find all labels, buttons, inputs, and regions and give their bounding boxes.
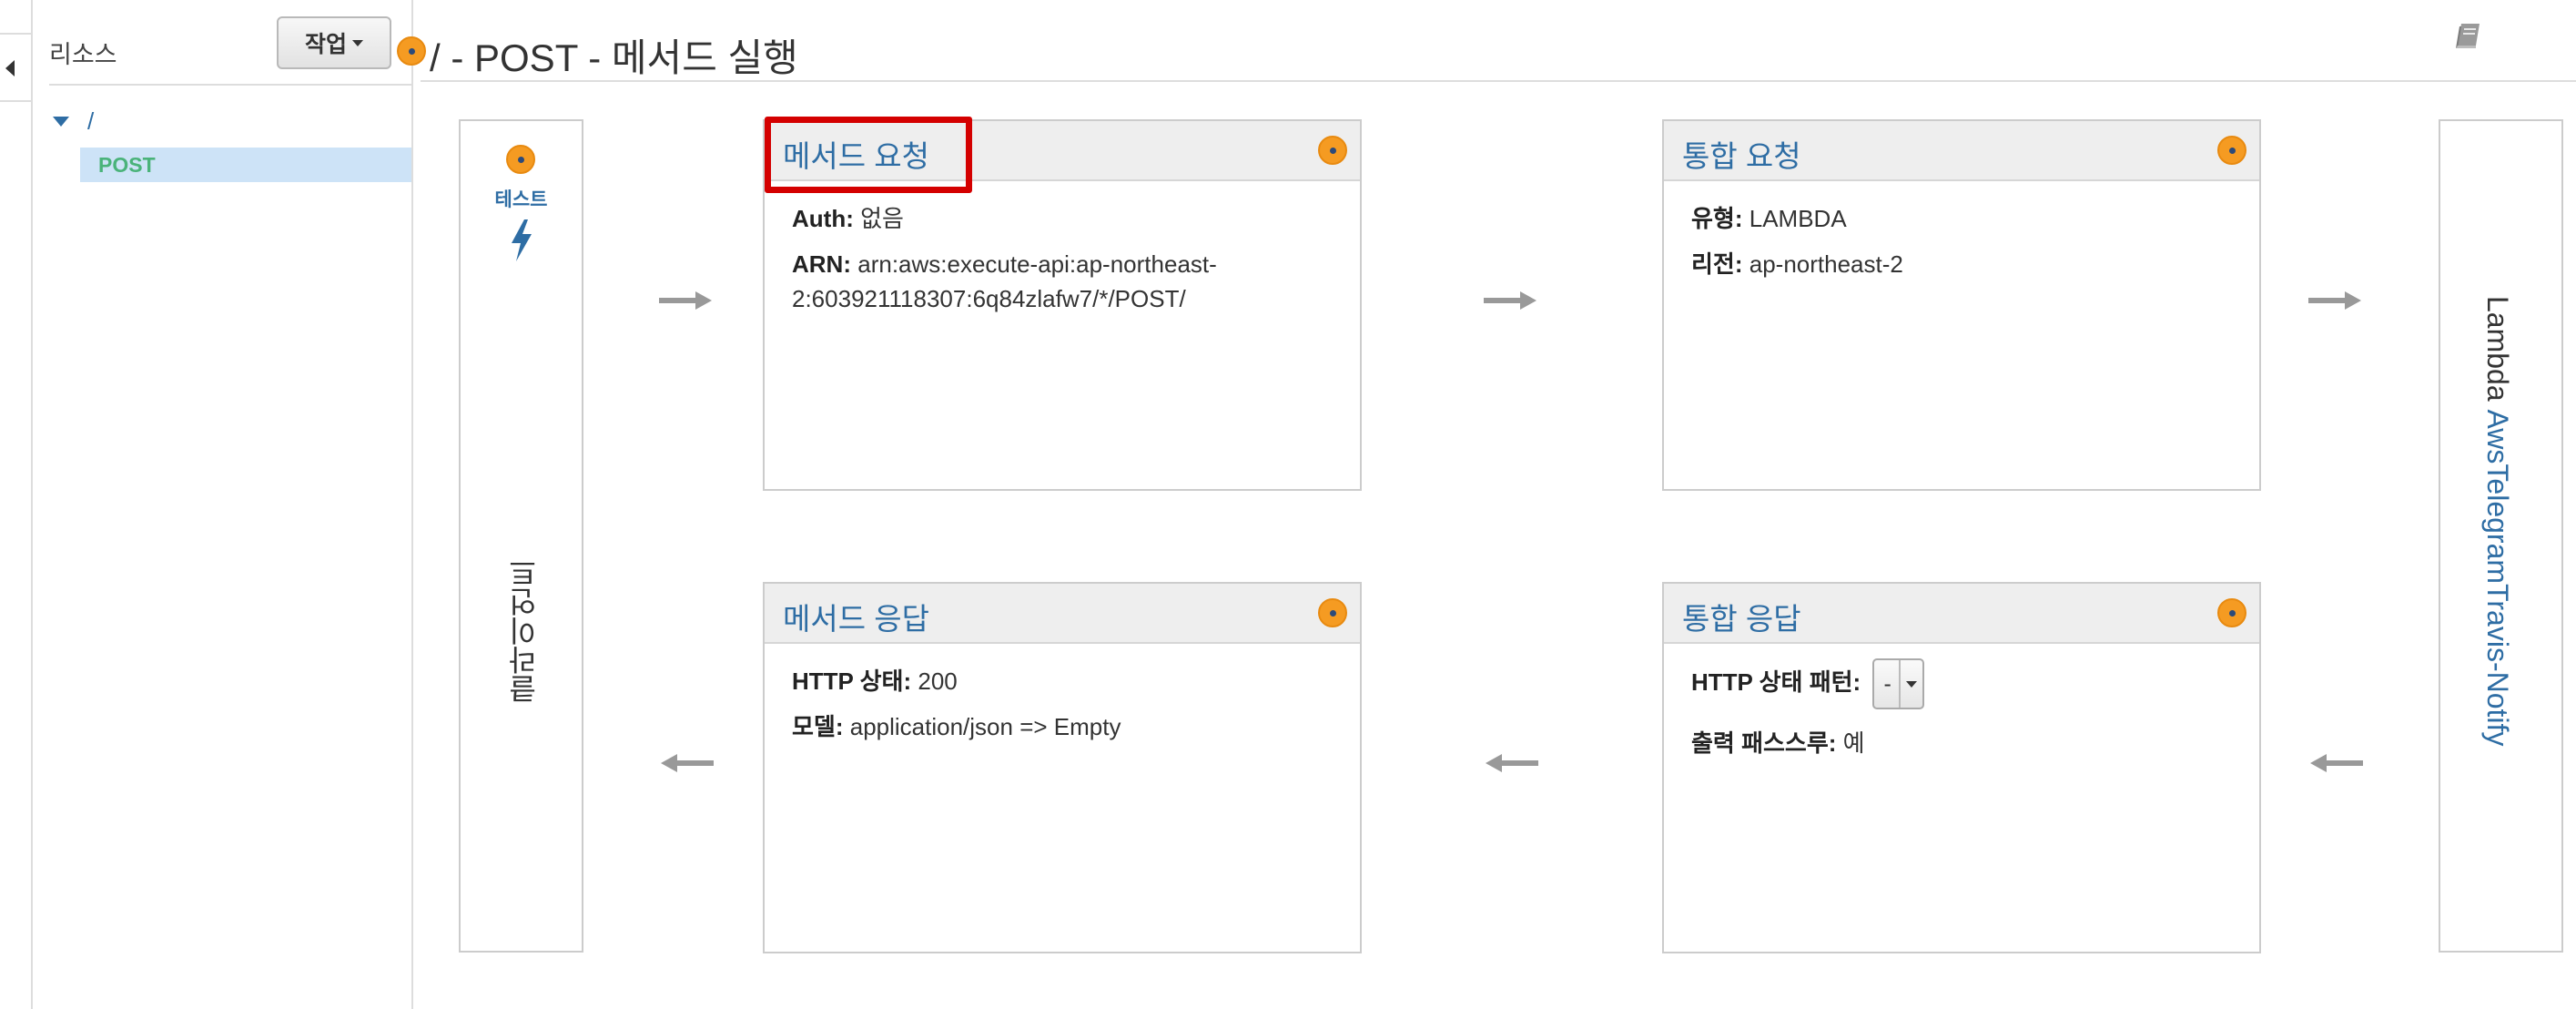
- http-status-value: 200: [918, 668, 958, 695]
- highlight-box: [765, 117, 972, 193]
- panel-header: 통합 응답: [1664, 584, 2259, 644]
- integration-request-link[interactable]: 통합 요청: [1682, 132, 1801, 176]
- strip-top: [0, 0, 31, 35]
- title-divider: [421, 80, 2576, 82]
- lambda-label: Lambda: [2481, 296, 2514, 402]
- arrow-left-icon: [2310, 754, 2363, 772]
- type-value: LAMBDA: [1749, 205, 1847, 232]
- chevron-down-icon[interactable]: [1898, 660, 1922, 708]
- orange-dot-icon[interactable]: [397, 36, 426, 66]
- arrow-right-icon: [659, 291, 712, 310]
- type-row: 유형: LAMBDA: [1691, 201, 2232, 236]
- actions-dropdown-button[interactable]: 작업: [277, 16, 391, 69]
- integration-response-link[interactable]: 통합 응답: [1682, 595, 1801, 638]
- resource-sidebar: 리소스 작업 / POST: [31, 0, 413, 1009]
- arn-row: ARN: arn:aws:execute-api:ap-northeast- 2…: [792, 247, 1333, 316]
- status-pattern-label: HTTP 상태 패턴:: [1691, 668, 1861, 696]
- sidebar-title: 리소스: [49, 41, 117, 68]
- orange-dot-icon[interactable]: [2217, 136, 2246, 165]
- book-icon[interactable]: [2450, 18, 2485, 53]
- strip-divider: [0, 100, 31, 102]
- auth-label: Auth:: [792, 205, 854, 232]
- client-column: 테스트 클라이언트: [459, 119, 583, 953]
- caret-down-icon: [352, 39, 363, 46]
- arn-value: arn:aws:execute-api:ap-northeast-: [857, 250, 1217, 278]
- arn-label: ARN:: [792, 250, 851, 278]
- lambda-target: Lambda AwsTelegramTravis-Notify: [2480, 296, 2514, 746]
- panel-header: 메서드 응답: [765, 584, 1360, 644]
- sidebar-divider: [49, 84, 411, 86]
- panel-body: HTTP 상태: 200 모델: application/json => Emp…: [765, 644, 1360, 744]
- panel-body: Auth: 없음 ARN: arn:aws:execute-api:ap-nor…: [765, 181, 1360, 316]
- model-label: 모델:: [792, 713, 844, 740]
- tree-root-label: /: [87, 107, 95, 135]
- arrow-right-icon: [1484, 291, 1536, 310]
- lambda-function-link[interactable]: AwsTelegramTravis-Notify: [2481, 410, 2514, 747]
- arn-value-continued: 2:603921118307:6q84zlafw7/*/POST/: [792, 285, 1186, 312]
- region-label: 리전:: [1691, 250, 1743, 278]
- collapse-strip: [0, 0, 33, 1009]
- arrow-left-icon: [1486, 754, 1538, 772]
- method-response-link[interactable]: 메서드 응답: [783, 595, 929, 638]
- actions-button-label: 작업: [304, 32, 347, 57]
- chevron-left-icon[interactable]: [5, 60, 15, 76]
- status-pattern-select[interactable]: -: [1872, 658, 1924, 709]
- model-row: 모델: application/json => Empty: [792, 709, 1333, 744]
- client-label: 클라이언트: [508, 558, 541, 704]
- passthrough-value: 예: [1842, 729, 1865, 757]
- expand-triangle-icon[interactable]: [53, 117, 69, 127]
- test-link[interactable]: 테스트: [461, 185, 582, 212]
- status-pattern-row: HTTP 상태 패턴: -: [1691, 658, 2232, 709]
- panel-header: 통합 요청: [1664, 121, 2259, 181]
- orange-dot-icon[interactable]: [2217, 598, 2246, 627]
- integration-response-panel: 통합 응답 HTTP 상태 패턴: - 출력 패스스루: 예: [1662, 582, 2261, 953]
- arrow-right-icon: [2308, 291, 2361, 310]
- http-status-row: HTTP 상태: 200: [792, 664, 1333, 698]
- panel-body: HTTP 상태 패턴: - 출력 패스스루: 예: [1664, 644, 2259, 760]
- region-value: ap-northeast-2: [1749, 250, 1903, 278]
- orange-dot-icon[interactable]: [1318, 598, 1347, 627]
- region-row: 리전: ap-northeast-2: [1691, 247, 2232, 281]
- orange-dot-icon[interactable]: [506, 145, 535, 174]
- passthrough-row: 출력 패스스루: 예: [1691, 726, 2232, 760]
- type-label: 유형:: [1691, 205, 1743, 232]
- auth-row: Auth: 없음: [792, 201, 1333, 236]
- auth-value: 없음: [860, 205, 904, 232]
- method-response-panel: 메서드 응답 HTTP 상태: 200 모델: application/json…: [763, 582, 1362, 953]
- http-status-label: HTTP 상태:: [792, 668, 912, 695]
- page-title: / - POST - 메서드 실행: [430, 36, 798, 79]
- model-value: application/json => Empty: [849, 713, 1121, 740]
- status-pattern-value: -: [1883, 671, 1891, 697]
- tree-root-resource[interactable]: /: [53, 107, 94, 136]
- integration-request-panel: 통합 요청 유형: LAMBDA 리전: ap-northeast-2: [1662, 119, 2261, 491]
- lightning-bolt-icon[interactable]: [506, 218, 537, 263]
- panel-body: 유형: LAMBDA 리전: ap-northeast-2: [1664, 181, 2259, 281]
- lambda-column: Lambda AwsTelegramTravis-Notify: [2439, 119, 2563, 953]
- arrow-left-icon: [661, 754, 714, 772]
- passthrough-label: 출력 패스스루:: [1691, 729, 1837, 757]
- orange-dot-icon[interactable]: [1318, 136, 1347, 165]
- tree-item-post-method[interactable]: POST: [80, 148, 411, 182]
